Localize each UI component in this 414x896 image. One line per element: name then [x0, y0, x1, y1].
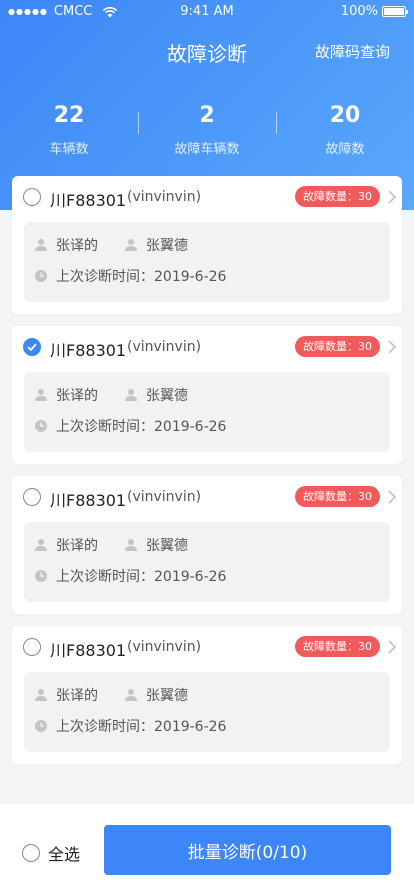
chevron-right-icon[interactable]: [388, 490, 396, 504]
stat-value: 22: [53, 103, 85, 128]
vin-label: (vinvinvin): [127, 489, 202, 505]
vehicle-list: 川F88301 (vinvinvin) 故障数量：30 张译的 张翼德 上次诊断…: [12, 176, 402, 776]
clock-icon: [35, 720, 47, 732]
radio-icon[interactable]: [22, 844, 40, 862]
last-diagnosis: 上次诊断时间：2019-6-26: [34, 416, 226, 436]
person-name: 张译的: [56, 538, 98, 554]
fault-code-query-link[interactable]: 故障码查询: [315, 41, 390, 62]
person-icon: [125, 389, 137, 401]
vehicle-card[interactable]: 川F88301 (vinvinvin) 故障数量：30 张译的 张翼德 上次诊断…: [12, 176, 402, 314]
battery-percent: 100%: [340, 4, 378, 19]
person-icon: [125, 689, 137, 701]
stat-vehicles: 22 车辆数: [0, 102, 138, 157]
card-info: 张译的 张翼德 上次诊断时间：2019-6-26: [24, 372, 390, 452]
fault-count-badge: 故障数量：30: [295, 486, 380, 507]
vin-label: (vinvinvin): [127, 189, 202, 205]
clock-icon: [35, 270, 47, 282]
vehicle-card[interactable]: 川F88301 (vinvinvin) 故障数量：30 张译的 张翼德 上次诊断…: [12, 476, 402, 614]
plate-number: 川F88301: [50, 641, 127, 660]
card-info: 张译的 张翼德 上次诊断时间：2019-6-26: [24, 672, 390, 752]
chevron-right-icon[interactable]: [388, 340, 396, 354]
vin-label: (vinvinvin): [127, 639, 202, 655]
radio-icon[interactable]: [23, 488, 41, 506]
person-icon: [35, 389, 47, 401]
plate-number: 川F88301: [50, 191, 127, 210]
stat-label: 故障数: [325, 142, 365, 157]
stat-fault-vehicles: 2 故障车辆数: [138, 102, 276, 157]
person-2: 张翼德: [124, 535, 188, 555]
diagnosis-time: 上次诊断时间：2019-6-26: [56, 269, 227, 285]
fault-count-badge: 故障数量：30: [295, 186, 380, 207]
person-icon: [35, 239, 47, 251]
plate-number: 川F88301: [50, 491, 127, 510]
person-icon: [35, 689, 47, 701]
vehicle-card[interactable]: 川F88301 (vinvinvin) 故障数量：30 张译的 张翼德 上次诊断…: [12, 626, 402, 764]
card-info: 张译的 张翼德 上次诊断时间：2019-6-26: [24, 222, 390, 302]
person-2: 张翼德: [124, 685, 188, 705]
chevron-right-icon[interactable]: [388, 190, 396, 204]
last-diagnosis: 上次诊断时间：2019-6-26: [34, 266, 226, 286]
battery-icon: [382, 6, 408, 17]
diagnosis-time: 上次诊断时间：2019-6-26: [56, 419, 227, 435]
person-name: 张译的: [56, 388, 98, 404]
clock-icon: [35, 420, 47, 432]
stat-value: 2: [199, 103, 215, 128]
radio-icon[interactable]: [23, 638, 41, 656]
last-diagnosis: 上次诊断时间：2019-6-26: [34, 566, 226, 586]
vin-label: (vinvinvin): [127, 339, 202, 355]
person-name: 张翼德: [146, 238, 188, 254]
person-1: 张译的: [34, 685, 98, 705]
clock-icon: [35, 570, 47, 582]
diagnosis-time: 上次诊断时间：2019-6-26: [56, 719, 227, 735]
person-icon: [125, 239, 137, 251]
check-icon: [27, 343, 37, 351]
select-all-label: 全选: [48, 845, 81, 864]
bottom-bar: 全选 批量诊断(0/10): [0, 804, 414, 896]
person-1: 张译的: [34, 235, 98, 255]
person-icon: [35, 539, 47, 551]
fault-count-badge: 故障数量：30: [295, 336, 380, 357]
person-name: 张翼德: [146, 538, 188, 554]
person-1: 张译的: [34, 535, 98, 555]
person-name: 张翼德: [146, 688, 188, 704]
person-icon: [125, 539, 137, 551]
card-info: 张译的 张翼德 上次诊断时间：2019-6-26: [24, 522, 390, 602]
stat-label: 车辆数: [49, 142, 89, 157]
batch-diagnose-button[interactable]: 批量诊断(0/10): [104, 825, 391, 875]
plate-number: 川F88301: [50, 341, 127, 360]
radio-icon[interactable]: [23, 338, 41, 356]
stat-faults: 20 故障数: [276, 102, 414, 157]
stats-row: 22 车辆数 2 故障车辆数 20 故障数: [0, 102, 414, 157]
radio-icon[interactable]: [23, 188, 41, 206]
person-2: 张翼德: [124, 235, 188, 255]
stat-label: 故障车辆数: [174, 142, 240, 157]
last-diagnosis: 上次诊断时间：2019-6-26: [34, 716, 226, 736]
status-bar: ●●●●● CMCC 9:41 AM 100%: [0, 0, 414, 24]
person-name: 张译的: [56, 688, 98, 704]
person-name: 张翼德: [146, 388, 188, 404]
fault-count-badge: 故障数量：30: [295, 636, 380, 657]
vehicle-card[interactable]: 川F88301 (vinvinvin) 故障数量：30 张译的 张翼德 上次诊断…: [12, 326, 402, 464]
battery-status: 100%: [340, 4, 408, 19]
person-name: 张译的: [56, 238, 98, 254]
person-1: 张译的: [34, 385, 98, 405]
chevron-right-icon[interactable]: [388, 640, 396, 654]
person-2: 张翼德: [124, 385, 188, 405]
select-all[interactable]: 全选: [22, 841, 80, 865]
diagnosis-time: 上次诊断时间：2019-6-26: [56, 569, 227, 585]
stat-value: 20: [329, 103, 361, 128]
